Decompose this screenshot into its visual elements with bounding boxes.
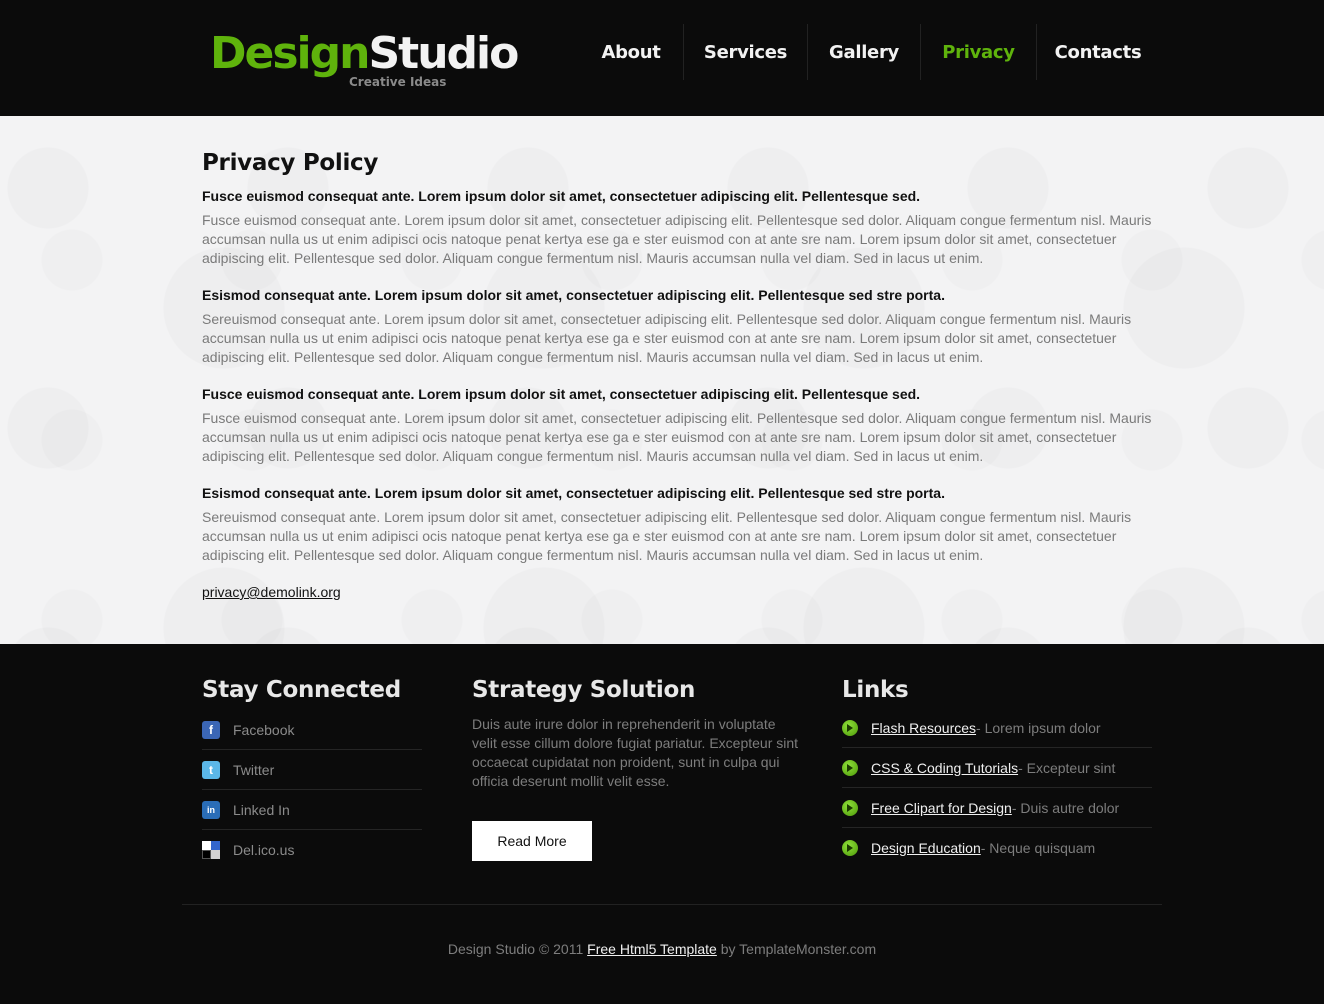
- page-title: Privacy Policy: [202, 150, 379, 176]
- link-free-clipart[interactable]: Free Clipart for Design: [871, 800, 1012, 816]
- nav-item-about[interactable]: About: [579, 24, 684, 80]
- site-logo[interactable]: DesignStudio Creative Ideas: [210, 28, 519, 93]
- social-item-linkedin[interactable]: in Linked In: [202, 790, 422, 830]
- list-item: Free Clipart for Design - Duis autre dol…: [842, 788, 1152, 828]
- arrow-bullet-icon: [842, 719, 858, 736]
- policy-section-text: Fusce euismod consequat ante. Lorem ipsu…: [202, 212, 1152, 266]
- link-description: - Excepteur sint: [1018, 759, 1116, 776]
- links-title: Links: [842, 677, 909, 703]
- copyright-suffix: by TemplateMonster.com: [716, 941, 877, 957]
- nav-item-gallery[interactable]: Gallery: [808, 24, 921, 80]
- link-description: - Neque quisquam: [980, 840, 1096, 856]
- policy-section: Fusce euismod consequat ante. Lorem ipsu…: [202, 385, 1152, 466]
- site-footer: Stay Connected f Facebook t Twitter in L…: [0, 644, 1324, 1004]
- policy-section-heading: Fusce euismod consequat ante. Lorem ipsu…: [202, 188, 921, 204]
- link-design-education[interactable]: Design Education: [871, 840, 981, 856]
- policy-section-heading: Esismod consequat ante. Lorem ipsum dolo…: [202, 287, 945, 303]
- twitter-icon: t: [202, 760, 220, 779]
- stay-connected-title: Stay Connected: [202, 677, 401, 703]
- social-label: Linked In: [233, 801, 290, 818]
- copyright-prefix: Design Studio © 2011: [447, 941, 588, 957]
- logo-wordmark: DesignStudio: [210, 28, 519, 80]
- linkedin-icon: in: [202, 800, 220, 819]
- policy-section-text: Sereuismod consequat ante. Lorem ipsum d…: [202, 509, 1132, 563]
- social-label: Del.ico.us: [233, 842, 295, 858]
- policy-section-heading: Fusce euismod consequat ante. Lorem ipsu…: [202, 386, 921, 402]
- list-item: Flash Resources - Lorem ipsum dolor: [842, 708, 1152, 748]
- social-label: Facebook: [233, 721, 295, 738]
- arrow-bullet-icon: [842, 840, 858, 856]
- link-description: - Duis autre dolor: [1011, 799, 1120, 816]
- main-content: Privacy Policy Fusce euismod consequat a…: [0, 116, 1324, 644]
- policy-section: Esismod consequat ante. Lorem ipsum dolo…: [202, 286, 1152, 367]
- social-list: f Facebook t Twitter in Linked In Del.ic…: [202, 710, 422, 870]
- footer-divider: [182, 904, 1162, 905]
- site-header: DesignStudio Creative Ideas About Servic…: [0, 0, 1324, 116]
- logo-part-design: Design: [210, 28, 370, 79]
- social-item-twitter[interactable]: t Twitter: [202, 750, 422, 790]
- free-template-link[interactable]: Free Html5 Template: [587, 941, 717, 957]
- logo-tagline: Creative Ideas: [349, 75, 447, 89]
- delicious-icon: [202, 841, 220, 859]
- nav-item-services[interactable]: Services: [684, 24, 808, 80]
- privacy-email-link[interactable]: privacy@demolink.org: [202, 584, 341, 600]
- link-description: - Lorem ipsum dolor: [976, 719, 1101, 736]
- copyright: Design Studio © 2011 Free Html5 Template…: [0, 941, 1324, 957]
- policy-section-text: Fusce euismod consequat ante. Lorem ipsu…: [202, 410, 1152, 464]
- policy-section: Esismod consequat ante. Lorem ipsum dolo…: [202, 484, 1152, 565]
- social-item-facebook[interactable]: f Facebook: [202, 710, 422, 750]
- list-item: CSS & Coding Tutorials - Excepteur sint: [842, 748, 1152, 788]
- arrow-bullet-icon: [842, 759, 858, 776]
- main-nav: About Services Gallery Privacy Contacts: [579, 24, 1159, 80]
- nav-item-contacts[interactable]: Contacts: [1037, 24, 1159, 80]
- social-label: Twitter: [233, 761, 275, 778]
- nav-item-privacy[interactable]: Privacy: [921, 24, 1037, 80]
- facebook-icon: f: [202, 720, 220, 739]
- strategy-title: Strategy Solution: [472, 677, 696, 703]
- logo-part-studio: Studio: [368, 28, 519, 79]
- read-more-button[interactable]: Read More: [472, 821, 592, 861]
- policy-section-text: Sereuismod consequat ante. Lorem ipsum d…: [202, 311, 1132, 365]
- policy-section: Fusce euismod consequat ante. Lorem ipsu…: [202, 187, 1152, 268]
- links-list: Flash Resources - Lorem ipsum dolor CSS …: [842, 708, 1152, 868]
- strategy-text: Duis aute irure dolor in reprehenderit i…: [472, 716, 799, 789]
- list-item: Design Education - Neque quisquam: [842, 828, 1152, 868]
- social-item-delicious[interactable]: Del.ico.us: [202, 830, 422, 870]
- arrow-bullet-icon: [842, 799, 858, 816]
- policy-section-heading: Esismod consequat ante. Lorem ipsum dolo…: [202, 485, 945, 501]
- link-flash-resources[interactable]: Flash Resources: [871, 720, 976, 736]
- link-css-coding-tutorials[interactable]: CSS & Coding Tutorials: [871, 760, 1018, 776]
